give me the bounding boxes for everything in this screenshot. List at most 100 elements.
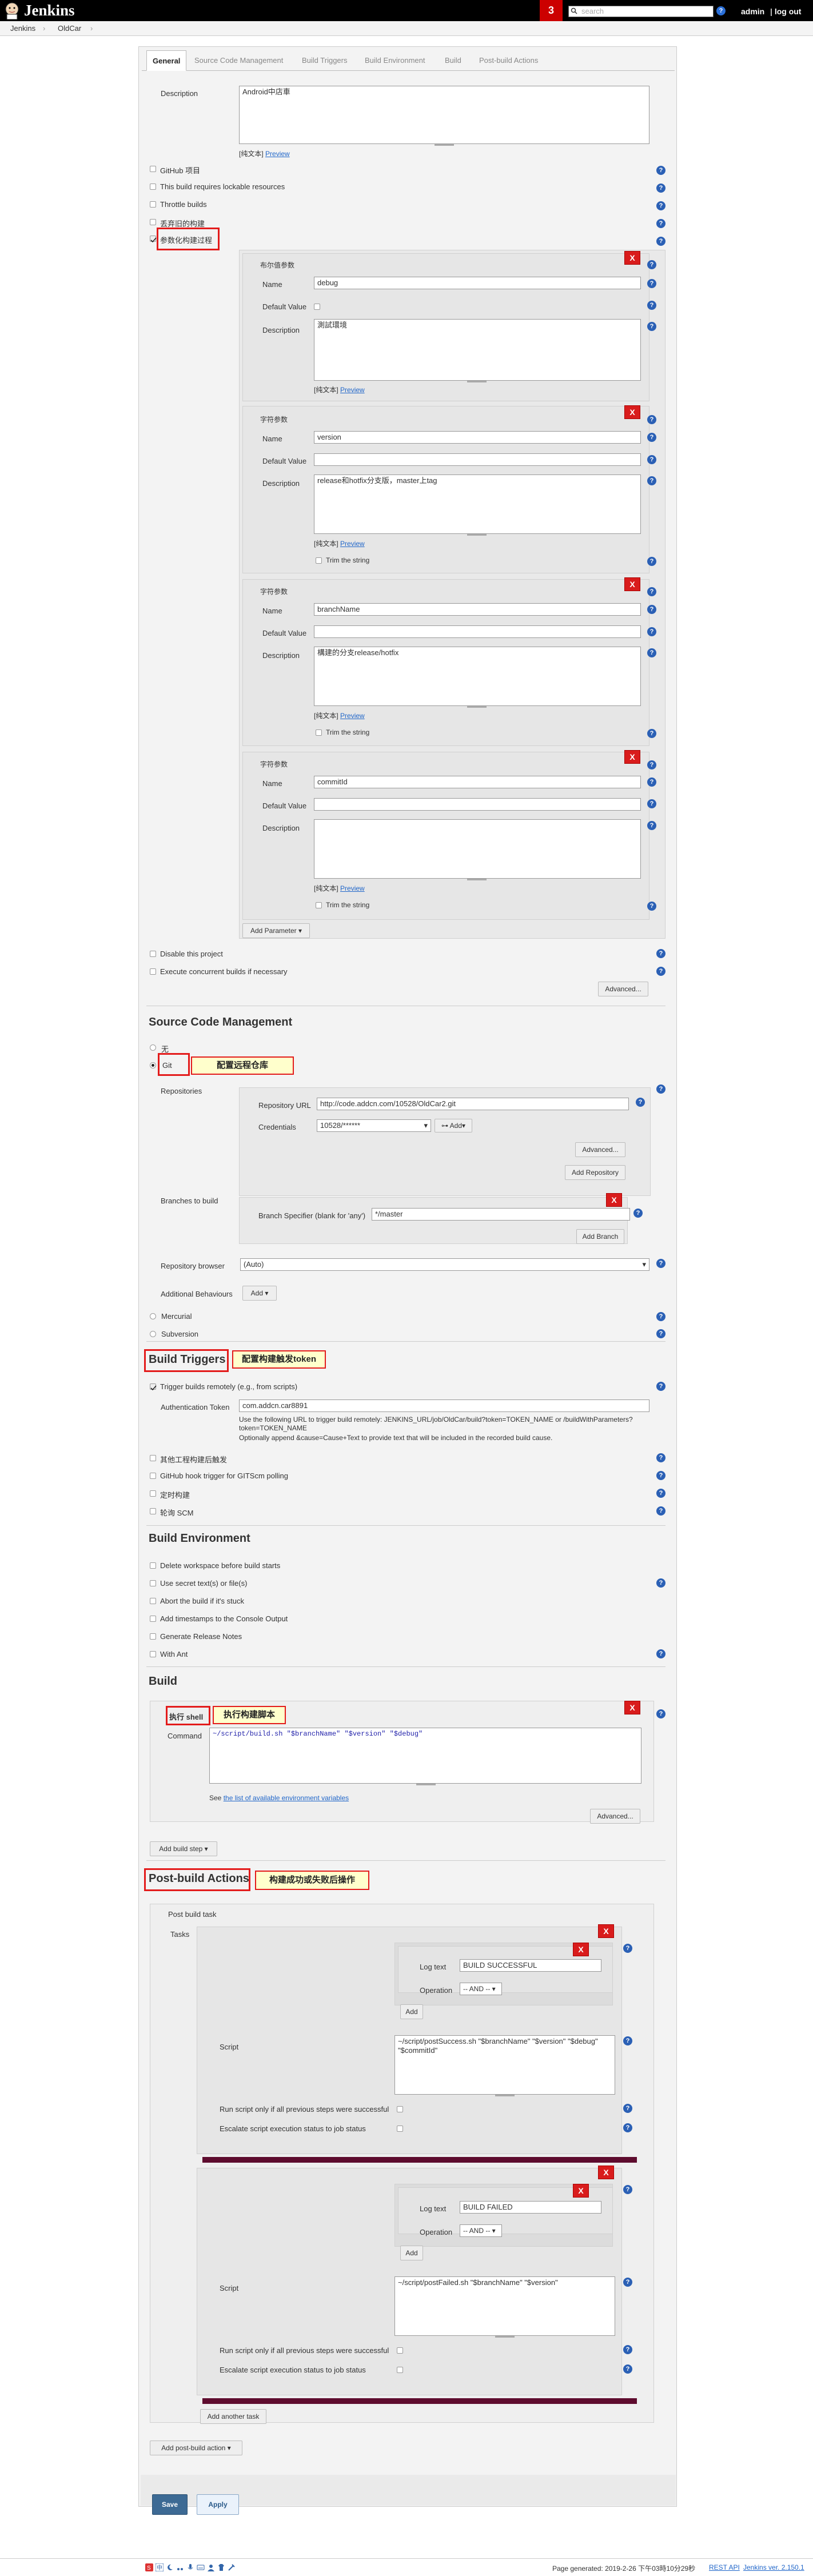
env-option-checkbox[interactable] [150,1598,156,1604]
add-another-task-button[interactable]: Add another task [200,2409,266,2424]
apply-button[interactable]: Apply [197,2494,239,2515]
help-icon[interactable]: ? [647,902,656,911]
env-option-checkbox[interactable] [150,1580,156,1586]
throttle-builds-checkbox[interactable] [150,201,156,208]
jenkins-logo-link[interactable]: Jenkins [24,2,75,19]
disable-project-checkbox[interactable] [150,951,156,957]
search-input[interactable]: search [568,6,714,17]
delete-parameter-button[interactable]: X [624,750,640,764]
escalate-checkbox[interactable] [397,2367,403,2373]
help-icon[interactable]: ? [656,1649,665,1658]
delete-parameter-button[interactable]: X [624,405,640,419]
preview-link[interactable]: Preview [340,540,365,548]
escalate-checkbox[interactable] [397,2126,403,2132]
help-icon[interactable]: ? [656,1312,665,1321]
env-option-checkbox[interactable] [150,1651,156,1657]
help-icon[interactable]: ? [647,627,656,636]
help-icon[interactable]: ? [656,967,665,976]
delete-task-button[interactable]: X [598,2166,614,2179]
moon-icon[interactable] [166,2563,174,2571]
help-icon[interactable]: ? [656,1506,665,1516]
help-icon[interactable]: ? [623,2364,632,2374]
discard-old-builds-checkbox[interactable] [150,219,156,225]
trigger-option-checkbox[interactable] [150,1508,156,1514]
tab-build-environment[interactable]: Build Environment [359,50,431,71]
trigger-remote-checkbox[interactable] [150,1383,157,1391]
help-icon[interactable]: ? [623,2345,632,2354]
help-icon[interactable]: ? [647,476,656,485]
tab-scm[interactable]: Source Code Management [189,50,289,71]
trim-string-checkbox[interactable] [316,557,322,564]
help-icon[interactable]: ? [647,799,656,808]
add-repository-button[interactable]: Add Repository [565,1165,625,1180]
help-icon[interactable]: ? [647,648,656,657]
help-icon[interactable]: ? [647,301,656,310]
env-option-checkbox[interactable] [150,1633,156,1640]
scm-subversion-radio[interactable] [150,1331,156,1337]
resize-handle[interactable] [467,706,487,708]
jenkins-version-link[interactable]: Jenkins ver. 2.150.1 [743,2563,804,2571]
parameter-name-input[interactable]: commitId [314,776,641,788]
help-icon[interactable]: ? [623,2104,632,2113]
keyboard-icon[interactable] [197,2563,205,2571]
add-branch-button[interactable]: Add Branch [576,1229,624,1244]
branch-specifier-input[interactable]: */master [372,1208,630,1221]
add-post-build-action-button[interactable]: Add post-build action ▾ [150,2441,242,2455]
resize-handle[interactable] [495,2336,515,2338]
help-icon[interactable]: ? [633,1209,643,1218]
help-icon[interactable]: ? [647,260,656,269]
help-icon[interactable]: ? [647,729,656,738]
run-only-checkbox[interactable] [397,2106,403,2112]
help-icon[interactable]: ? [656,1489,665,1498]
delete-log-property-button[interactable]: X [573,1943,589,1956]
add-parameter-button[interactable]: Add Parameter ▾ [242,923,310,938]
credentials-select[interactable]: 10528/****** ▾ [317,1119,431,1132]
help-icon[interactable]: ? [623,1944,632,1953]
operation-select[interactable]: -- AND -- ▾ [460,2224,502,2237]
scm-none-radio[interactable] [150,1044,156,1051]
default-value-input[interactable] [314,453,641,466]
log-text-input[interactable]: BUILD SUCCESSFUL [460,1959,601,1972]
help-icon[interactable]: ? [647,322,656,331]
delete-task-button[interactable]: X [598,1924,614,1938]
preview-link[interactable]: Preview [340,712,365,720]
operation-select[interactable]: -- AND -- ▾ [460,1983,502,1995]
chinese-input-icon[interactable]: 中 [156,2563,164,2571]
search-help-icon[interactable]: ? [716,6,726,15]
help-icon[interactable]: ? [656,219,665,228]
resize-handle[interactable] [495,2095,515,2096]
command-textarea[interactable]: ~/script/build.sh "$branchName" "$versio… [209,1728,641,1784]
punctuation-icon[interactable] [176,2563,184,2571]
help-icon[interactable]: ? [656,1329,665,1338]
trigger-option-checkbox[interactable] [150,1473,156,1479]
preview-link[interactable]: Preview [340,884,365,892]
help-icon[interactable]: ? [656,1453,665,1462]
tab-build[interactable]: Build [439,50,467,71]
logout-link[interactable]: | log out [770,7,801,16]
trim-string-checkbox[interactable] [316,729,322,736]
resize-handle[interactable] [467,381,487,382]
resize-handle[interactable] [467,534,487,536]
help-icon[interactable]: ? [656,166,665,175]
lockable-resources-checkbox[interactable] [150,184,156,190]
github-project-checkbox[interactable] [150,166,156,172]
trim-string-checkbox[interactable] [316,902,322,908]
parameter-description-textarea[interactable] [314,819,641,879]
help-icon[interactable]: ? [647,587,656,596]
parameter-description-textarea[interactable]: 構建的分支release/hotfix [314,647,641,706]
concurrent-builds-checkbox[interactable] [150,968,156,975]
help-icon[interactable]: ? [623,2036,632,2045]
delete-branch-button[interactable]: X [606,1193,622,1207]
notification-badge[interactable]: 3 [540,0,563,21]
parameter-description-textarea[interactable]: 測試環境 [314,319,641,381]
help-icon[interactable]: ? [656,201,665,210]
delete-log-property-button[interactable]: X [573,2184,589,2198]
task-script-textarea[interactable]: ~/script/postSuccess.sh "$branchName" "$… [394,2035,615,2095]
scm-mercurial-radio[interactable] [150,1313,156,1319]
env-option-checkbox[interactable] [150,1562,156,1569]
trigger-option-checkbox[interactable] [150,1490,156,1497]
settings-icon[interactable] [228,2563,236,2571]
delete-parameter-button[interactable]: X [624,251,640,265]
resize-handle[interactable] [435,144,454,146]
parameter-description-textarea[interactable]: release和hotfix分支版，master上tag [314,474,641,534]
